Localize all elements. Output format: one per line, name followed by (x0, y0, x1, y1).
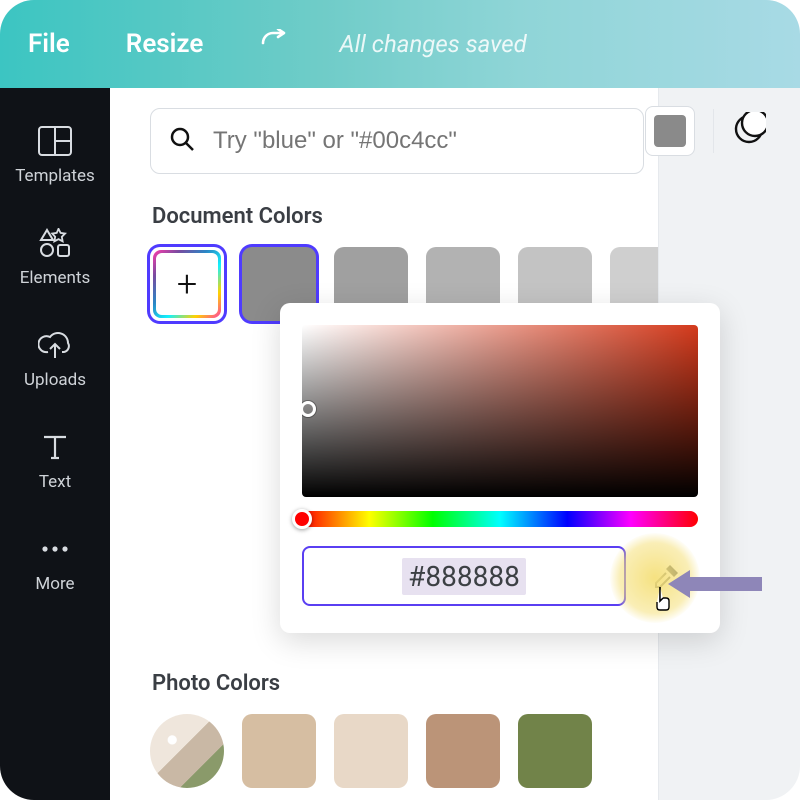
color-search-input[interactable] (213, 127, 625, 155)
section-document-colors: Document Colors (152, 204, 644, 229)
toolbar-divider (713, 109, 714, 153)
circle-tool-icon[interactable] (732, 112, 766, 150)
hue-thumb[interactable] (292, 509, 312, 529)
sidebar-item-label: Elements (0, 268, 110, 288)
menu-resize[interactable]: Resize (126, 29, 204, 59)
sidebar-item-text[interactable]: Text (0, 410, 110, 512)
text-icon (0, 428, 110, 466)
sidebar-item-label: Text (0, 472, 110, 492)
add-color-button[interactable]: + (150, 247, 224, 321)
plus-icon: + (156, 253, 218, 315)
more-icon (0, 530, 110, 568)
sv-thumb[interactable] (302, 401, 316, 417)
elements-icon (0, 224, 110, 262)
saturation-value-area[interactable] (302, 325, 698, 497)
sidebar-item-elements[interactable]: Elements (0, 206, 110, 308)
hex-value: #888888 (402, 558, 526, 595)
sidebar-item-label: More (0, 574, 110, 594)
photo-color-row (150, 714, 644, 788)
color-swatch[interactable] (518, 714, 592, 788)
search-icon (169, 126, 195, 156)
sidebar-item-uploads[interactable]: Uploads (0, 308, 110, 410)
color-search[interactable] (150, 108, 644, 174)
left-nav: Templates Elements Uploads (0, 88, 110, 800)
sidebar-item-templates[interactable]: Templates (0, 104, 110, 206)
hex-input[interactable]: #888888 (302, 546, 626, 606)
sidebar-item-label: Templates (0, 166, 110, 186)
section-photo-colors: Photo Colors (152, 671, 644, 696)
annotation-arrow (668, 570, 762, 598)
color-swatch[interactable] (426, 714, 500, 788)
sidebar-item-more[interactable]: More (0, 512, 110, 614)
uploads-icon (0, 326, 110, 364)
color-swatch[interactable] (334, 714, 408, 788)
templates-icon (0, 122, 110, 160)
redo-icon[interactable] (259, 29, 293, 59)
color-swatch[interactable] (242, 714, 316, 788)
save-status: All changes saved (339, 30, 526, 58)
color-picker-popover: #888888 (280, 303, 720, 633)
photo-thumbnail[interactable] (150, 714, 224, 788)
color-panel: Document Colors + #888888 (110, 88, 658, 800)
top-menu-bar: File Resize All changes saved (0, 0, 800, 88)
hue-slider[interactable] (302, 511, 698, 527)
menu-file[interactable]: File (28, 29, 70, 59)
current-fill-color[interactable] (645, 106, 695, 156)
toolbar-color-chips (645, 106, 766, 156)
sidebar-item-label: Uploads (0, 370, 110, 390)
